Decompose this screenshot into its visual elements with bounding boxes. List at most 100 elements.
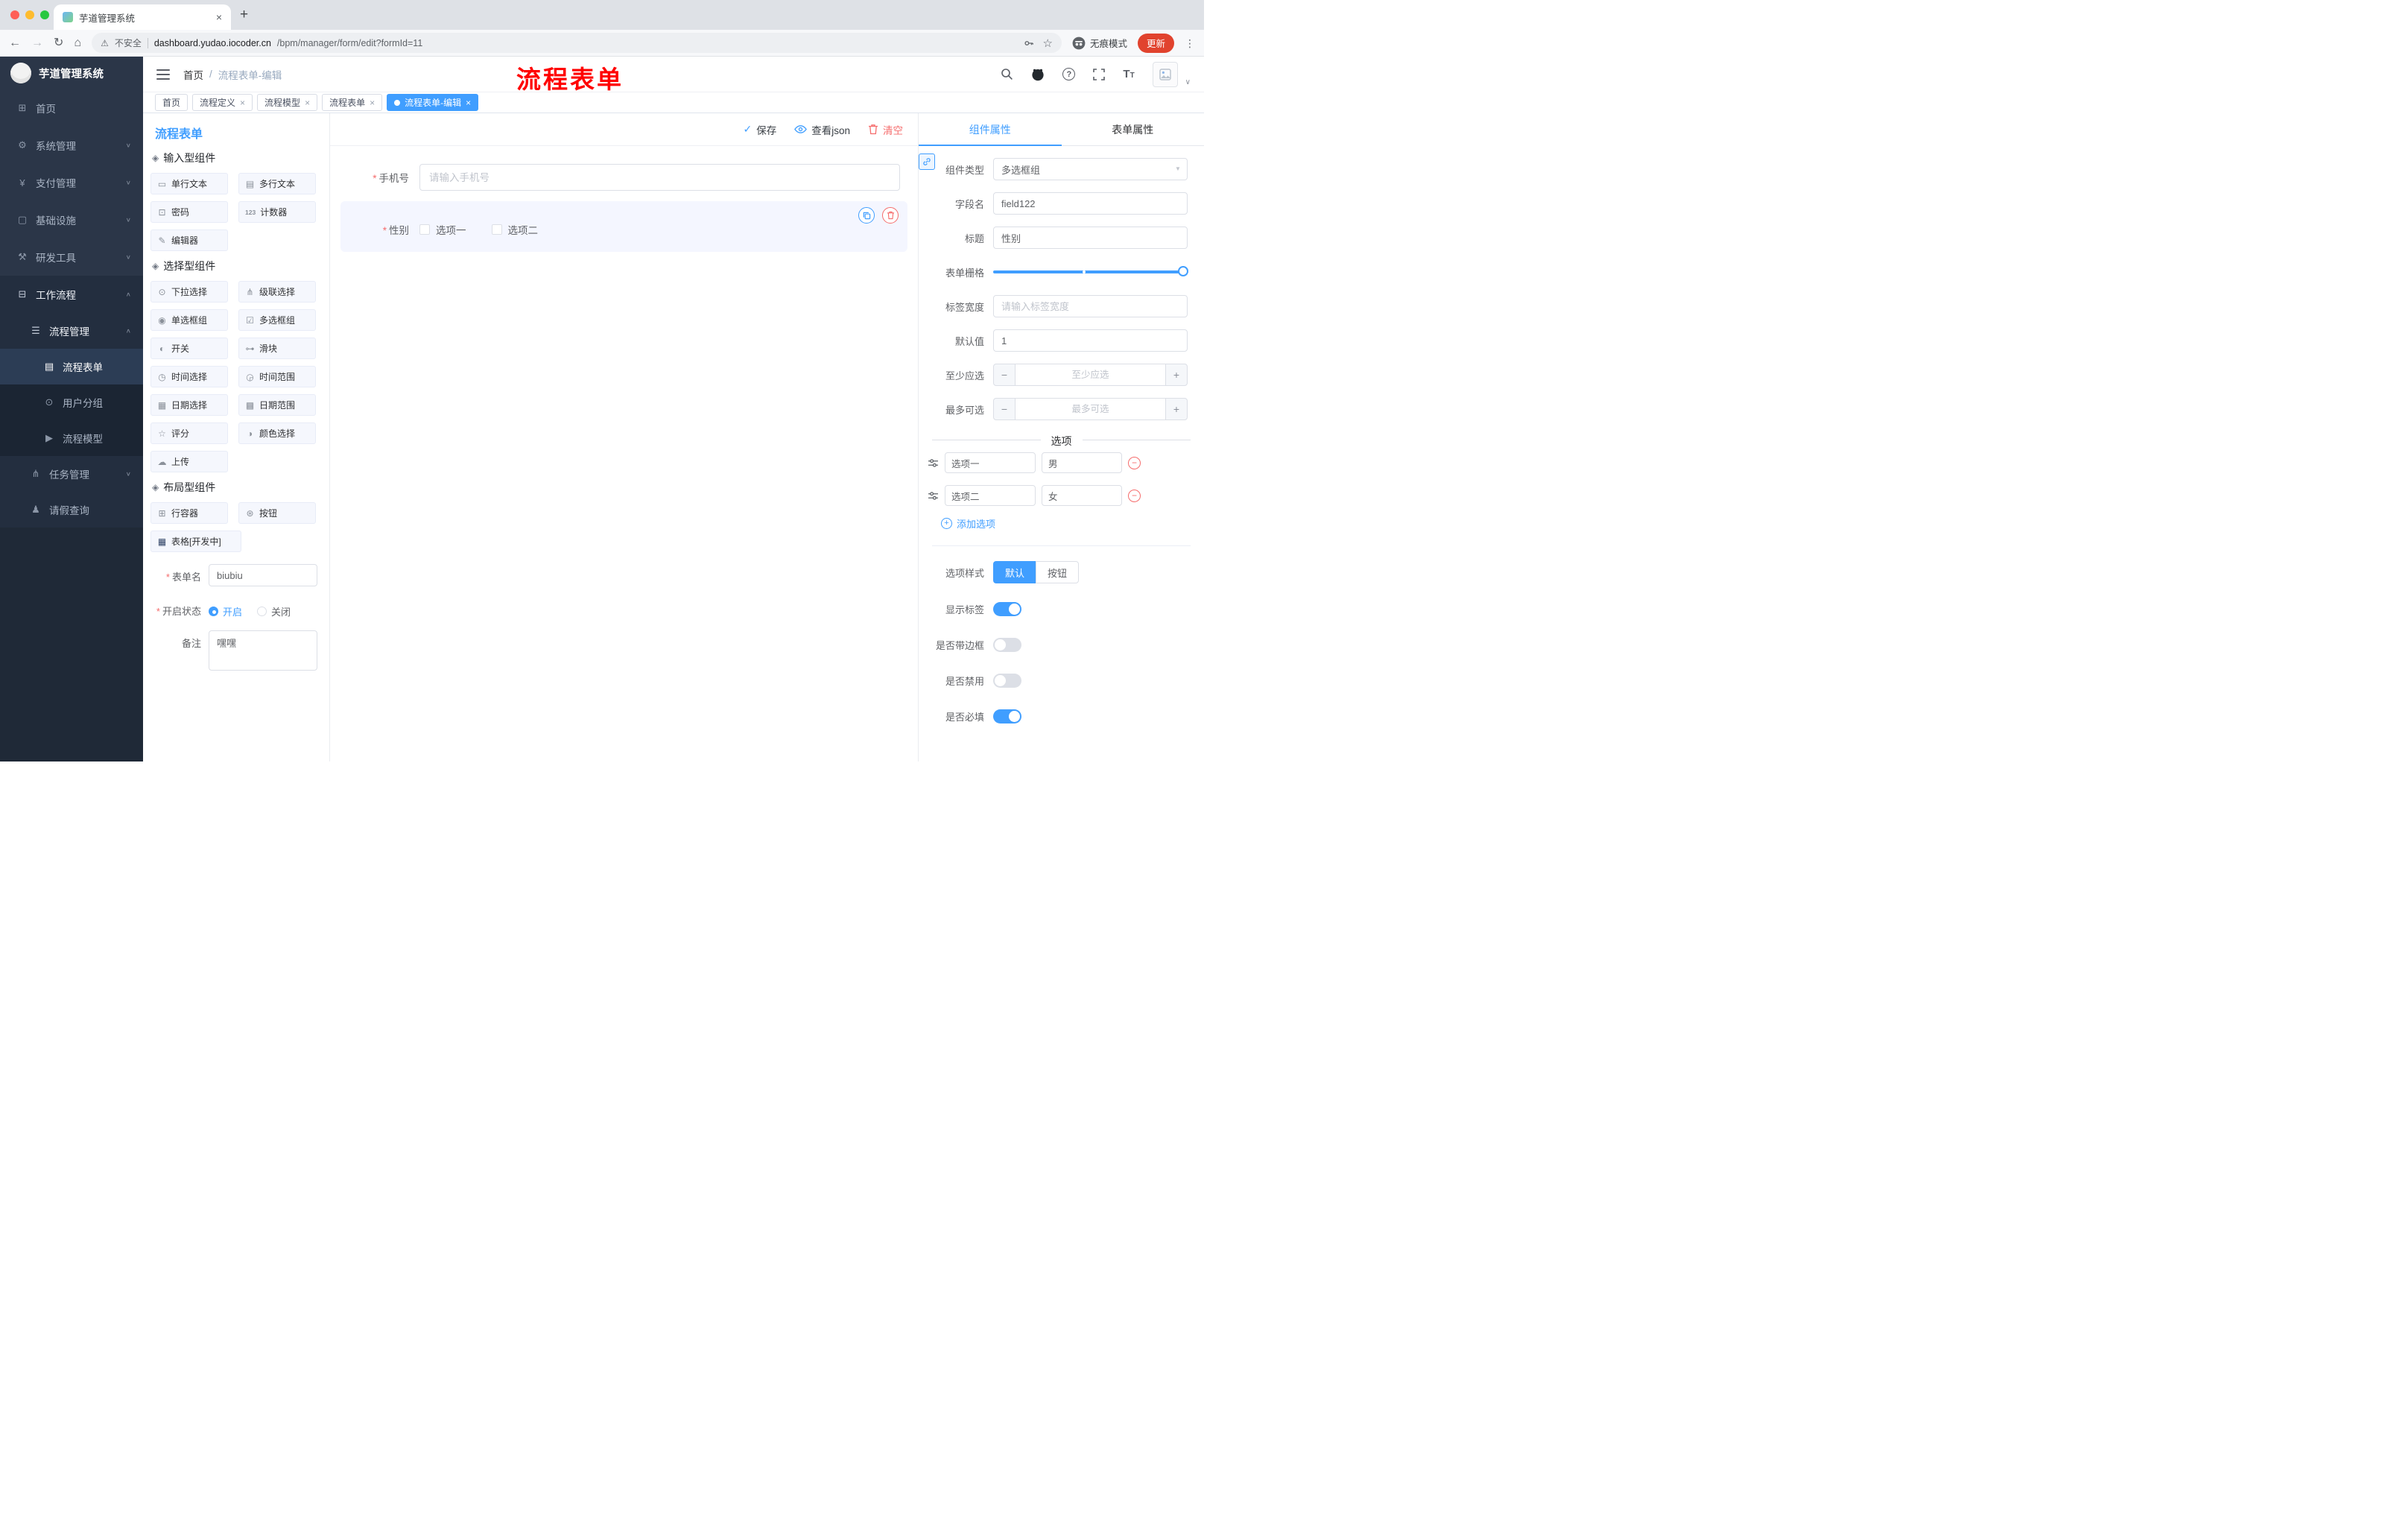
reload-icon[interactable]: ↻ <box>54 37 63 49</box>
sidebar-item-process-model[interactable]: ▶ 流程模型 <box>0 420 143 456</box>
sidebar-item-payment[interactable]: ¥ 支付管理 ∨ <box>0 164 143 201</box>
gender-option-1-checkbox[interactable]: 选项一 <box>419 222 466 237</box>
view-tab-process-form[interactable]: 流程表单 × <box>322 94 383 111</box>
palette-item-date-range[interactable]: ▩ 日期范围 <box>238 394 316 416</box>
palette-item-cascader[interactable]: ⋔ 级联选择 <box>238 281 316 303</box>
back-icon[interactable]: ← <box>9 37 21 49</box>
gender-option-2-checkbox[interactable]: 选项二 <box>491 222 538 237</box>
close-icon[interactable]: × <box>240 98 245 107</box>
remove-option-icon[interactable]: − <box>1128 456 1141 469</box>
canvas-field-phone[interactable]: 手机号 <box>340 156 907 198</box>
update-button[interactable]: 更新 <box>1137 33 1174 53</box>
user-avatar[interactable] <box>1152 61 1178 87</box>
window-minimize-button[interactable] <box>25 10 34 19</box>
sidebar-item-leave-query[interactable]: ♟ 请假查询 <box>0 492 143 528</box>
option-value-input[interactable] <box>1042 452 1122 473</box>
plus-button[interactable]: + <box>1165 398 1188 420</box>
canvas-field-gender-selected[interactable]: 性别 选项一 选项二 <box>340 201 907 252</box>
font-size-icon[interactable]: TT <box>1123 69 1134 80</box>
palette-item-date-picker[interactable]: ▦ 日期选择 <box>150 394 228 416</box>
palette-item-table[interactable]: ▦ 表格[开发中] <box>150 531 241 552</box>
option-label-input[interactable] <box>945 452 1036 473</box>
sidebar-item-task-management[interactable]: ⋔ 任务管理 ∨ <box>0 456 143 492</box>
palette-item-rate[interactable]: ☆ 评分 <box>150 422 228 444</box>
sidebar-item-home[interactable]: ⊞ 首页 <box>0 89 143 127</box>
show-label-toggle[interactable] <box>993 601 1021 616</box>
tag-width-input[interactable] <box>993 295 1188 317</box>
max-select-input[interactable] <box>1016 398 1165 420</box>
window-close-button[interactable] <box>10 10 19 19</box>
new-tab-button[interactable]: + <box>240 7 248 23</box>
palette-item-editor[interactable]: ✎ 编辑器 <box>150 229 228 251</box>
fullscreen-icon[interactable] <box>1093 68 1106 80</box>
search-icon[interactable] <box>1001 68 1013 80</box>
form-name-input[interactable] <box>209 564 317 586</box>
sidebar-item-user-group[interactable]: ⊙ 用户分组 <box>0 384 143 420</box>
palette-item-textarea[interactable]: ▤ 多行文本 <box>238 173 316 194</box>
form-grid-slider[interactable] <box>993 266 1188 276</box>
breadcrumb-home[interactable]: 首页 <box>183 67 203 82</box>
palette-item-checkbox-group[interactable]: ☑ 多选框组 <box>238 309 316 331</box>
palette-item-upload[interactable]: ☁ 上传 <box>150 451 228 472</box>
collapse-menu-icon[interactable] <box>156 69 170 80</box>
tab-close-icon[interactable]: × <box>216 12 222 22</box>
palette-item-time-range[interactable]: ◶ 时间范围 <box>238 366 316 387</box>
github-icon[interactable] <box>1031 68 1045 81</box>
sidebar-item-process-management[interactable]: ☰ 流程管理 ∧ <box>0 313 143 349</box>
option-value-input[interactable] <box>1042 485 1122 506</box>
close-icon[interactable]: × <box>305 98 310 107</box>
sidebar-item-workflow[interactable]: ⊟ 工作流程 ∧ <box>0 276 143 313</box>
view-tab-home[interactable]: 首页 <box>155 94 188 111</box>
sidebar-item-system[interactable]: ⚙ 系统管理 ∨ <box>0 127 143 164</box>
sidebar-item-devtools[interactable]: ⚒ 研发工具 ∨ <box>0 238 143 276</box>
delete-component-button[interactable] <box>882 207 899 224</box>
tab-component-props[interactable]: 组件属性 <box>919 113 1062 145</box>
palette-item-button[interactable]: ⊛ 按钮 <box>238 502 316 524</box>
remark-textarea[interactable]: 嘿嘿 <box>209 630 317 671</box>
copy-component-button[interactable] <box>858 207 875 224</box>
save-button[interactable]: ✓ 保存 <box>744 122 777 137</box>
phone-input[interactable] <box>419 164 900 191</box>
status-radio-off[interactable]: 关闭 <box>257 604 291 618</box>
view-json-button[interactable]: 查看json <box>794 122 850 137</box>
link-icon[interactable] <box>919 153 935 170</box>
add-option-button[interactable]: + 添加选项 <box>941 516 1204 531</box>
browser-menu-icon[interactable]: ⋮ <box>1185 38 1195 48</box>
close-icon[interactable]: × <box>466 98 471 107</box>
sidebar-item-process-form[interactable]: ▤ 流程表单 <box>0 349 143 384</box>
tab-form-props[interactable]: 表单属性 <box>1062 113 1205 145</box>
palette-item-select[interactable]: ⊙ 下拉选择 <box>150 281 228 303</box>
sidebar-item-infrastructure[interactable]: ▢ 基础设施 ∨ <box>0 201 143 238</box>
palette-item-radio-group[interactable]: ◉ 单选框组 <box>150 309 228 331</box>
palette-item-time-picker[interactable]: ◷ 时间选择 <box>150 366 228 387</box>
default-value-input[interactable] <box>993 329 1188 352</box>
min-select-input[interactable] <box>1016 364 1165 386</box>
key-icon[interactable] <box>1024 38 1034 48</box>
title-input[interactable] <box>993 227 1188 249</box>
palette-item-counter[interactable]: 123 计数器 <box>238 201 316 223</box>
plus-button[interactable]: + <box>1165 364 1188 386</box>
option-label-input[interactable] <box>945 485 1036 506</box>
palette-item-slider[interactable]: ⊶ 滑块 <box>238 338 316 359</box>
component-type-select[interactable]: 多选框组 ▼ <box>993 158 1188 180</box>
view-tab-process-definition[interactable]: 流程定义 × <box>192 94 253 111</box>
palette-item-password[interactable]: ⊡ 密码 <box>150 201 228 223</box>
style-default-button[interactable]: 默认 <box>993 561 1036 583</box>
palette-item-single-line[interactable]: ▭ 单行文本 <box>150 173 228 194</box>
drag-handle-icon[interactable] <box>928 458 939 468</box>
palette-item-color-picker[interactable]: ◑ 颜色选择 <box>238 422 316 444</box>
close-icon[interactable]: × <box>370 98 375 107</box>
clear-button[interactable]: 清空 <box>868 122 903 137</box>
palette-item-row-container[interactable]: ⊞ 行容器 <box>150 502 228 524</box>
required-toggle[interactable] <box>993 709 1021 723</box>
bookmark-star-icon[interactable]: ☆ <box>1043 37 1053 50</box>
border-toggle[interactable] <box>993 637 1021 652</box>
view-tab-process-form-edit[interactable]: 流程表单-编辑 × <box>387 94 479 111</box>
palette-item-switch[interactable]: ◐ 开关 <box>150 338 228 359</box>
field-name-input[interactable] <box>993 192 1188 215</box>
view-tab-process-model[interactable]: 流程模型 × <box>257 94 318 111</box>
help-icon[interactable]: ? <box>1062 68 1076 80</box>
style-button-button[interactable]: 按钮 <box>1036 561 1080 583</box>
window-zoom-button[interactable] <box>40 10 49 19</box>
address-bar[interactable]: ⚠ 不安全 dashboard.yudao.iocoder.cn /bpm/ma… <box>92 33 1062 53</box>
